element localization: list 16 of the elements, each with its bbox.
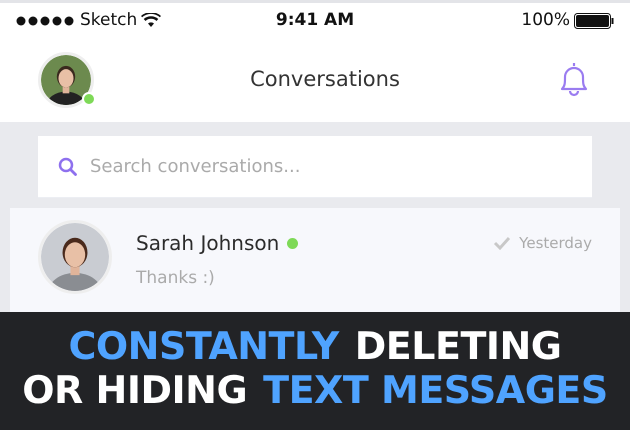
battery-percentage: 100% <box>521 8 570 32</box>
battery-icon <box>574 12 614 28</box>
message-time: Yesterday <box>519 232 592 254</box>
banner-headline-text: DELETING <box>354 324 562 368</box>
message-preview: Thanks :) <box>136 267 216 290</box>
banner-headline-text: OR HIDING <box>22 368 248 412</box>
screen-title: Conversations <box>250 67 400 93</box>
banner-headline-text: CONSTANTLY <box>68 324 339 368</box>
wifi-icon <box>141 13 162 28</box>
banner-headline-text: TEXT MESSAGES <box>263 368 608 412</box>
contact-name: Sarah Johnson <box>136 230 280 257</box>
search-field[interactable]: Search conversations... <box>38 136 592 198</box>
carrier-name: Sketch <box>80 8 138 32</box>
clock-time: 9:41 AM <box>276 8 354 32</box>
signal-icon <box>16 16 76 26</box>
conversation-item[interactable]: Sarah Johnson Yesterday Thanks :) <box>10 208 620 312</box>
